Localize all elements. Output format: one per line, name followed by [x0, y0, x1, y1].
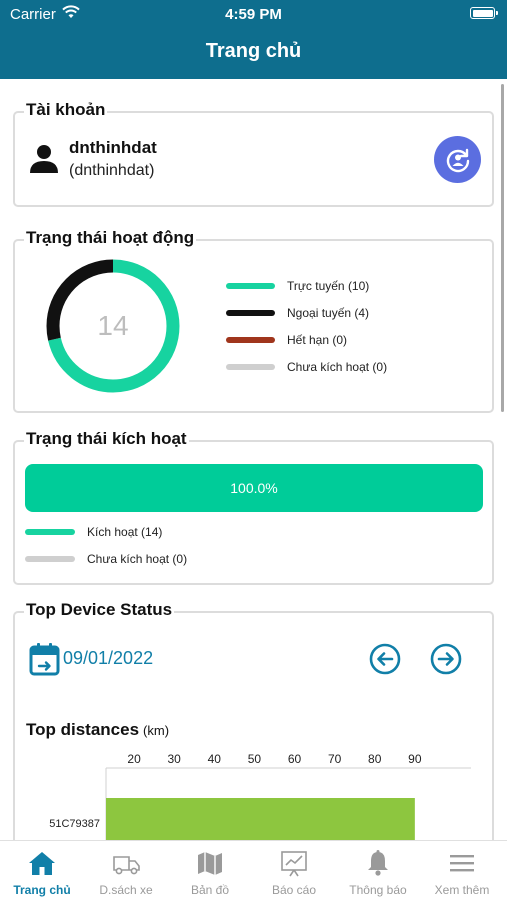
status-bar: Carrier 4:59 PM: [0, 0, 507, 28]
bell-icon: [368, 850, 388, 876]
selected-date[interactable]: 09/01/2022: [63, 648, 153, 669]
tab-more[interactable]: Xem thêm: [420, 841, 504, 900]
refresh-user-icon: [446, 148, 469, 172]
tab-notifications[interactable]: Thông báo: [336, 841, 420, 900]
activity-legend-label: Chưa kích hoạt (0): [287, 360, 388, 374]
app-header: Carrier 4:59 PM Trang chủ: [0, 0, 507, 79]
account-subname: (dnthinhdat): [69, 162, 155, 179]
distance-bar: [106, 798, 415, 840]
activity-legend-swatch: [226, 364, 275, 370]
x-tick-label: 60: [288, 752, 302, 766]
tab-home[interactable]: Trang chủ: [0, 841, 84, 900]
account-title: Tài khoản: [24, 100, 108, 120]
page-title: Trang chủ: [205, 40, 302, 62]
activation-inactive-label: Chưa kích hoạt (0): [87, 552, 188, 566]
activity-legend-swatch: [226, 310, 275, 316]
x-tick-label: 50: [248, 752, 262, 766]
switch-account-button[interactable]: [434, 136, 481, 183]
distances-unit: (km): [143, 723, 170, 738]
x-tick-label: 40: [208, 752, 222, 766]
activation-status-title: Trạng thái kích hoạt: [24, 429, 189, 449]
distances-title: Top distances (km): [26, 720, 169, 740]
tab-reports-label: Báo cáo: [271, 883, 317, 897]
truck-icon: [113, 856, 140, 875]
category-label: 51C79387: [49, 818, 100, 830]
activity-legend-online: Trực tuyến (10): [226, 276, 369, 296]
distances-title-text: Top distances: [26, 720, 140, 739]
top-distances-chart: 20 30 40 50 60 70 80 90 51C79387: [49, 752, 471, 840]
menu-icon: [450, 855, 474, 872]
activation-active-label: Kích hoạt (14): [87, 525, 163, 539]
account-username: dnthinhdat: [69, 138, 157, 157]
activity-status-title: Trạng thái hoạt động: [24, 228, 197, 248]
battery-icon: [470, 7, 498, 19]
tab-home-label: Trang chủ: [13, 883, 71, 897]
activity-legend-label: Trực tuyến (10): [287, 279, 370, 293]
tab-notifications-label: Thông báo: [349, 883, 407, 897]
bottom-tab-bar: Trang chủ D.sách xe Bản đồ Báo cáo Thông…: [0, 840, 507, 900]
user-icon: [30, 145, 58, 173]
tab-vehicle-list-label: D.sách xe: [99, 883, 153, 897]
previous-date-button[interactable]: [369, 643, 401, 675]
scrollbar[interactable]: [501, 84, 504, 412]
x-tick-label: 30: [168, 752, 182, 766]
tab-map[interactable]: Bản đồ: [168, 841, 252, 900]
activity-legend-inactive: Chưa kích hoạt (0): [226, 357, 387, 377]
activity-legend-offline: Ngoại tuyến (4): [226, 303, 369, 323]
activity-legend-label: Hết hạn (0): [287, 333, 348, 347]
activation-active-swatch: [25, 529, 75, 535]
status-time: 4:59 PM: [225, 6, 282, 23]
tab-more-label: Xem thêm: [434, 883, 490, 897]
activation-legend-active: Kích hoạt (14): [25, 522, 162, 542]
activity-total-count: 14: [97, 310, 129, 341]
calendar-icon[interactable]: [29, 642, 60, 676]
map-icon: [198, 852, 222, 875]
activity-legend-swatch: [226, 337, 275, 343]
activation-inactive-swatch: [25, 556, 75, 562]
x-tick-label: 80: [368, 752, 382, 766]
home-icon: [29, 852, 55, 875]
next-date-button[interactable]: [430, 643, 462, 675]
activation-progress-bar: 100.0%: [25, 464, 483, 512]
account-card: [13, 111, 494, 207]
top-device-status-title: Top Device Status: [24, 600, 175, 620]
report-chart-icon: [281, 851, 307, 877]
activity-legend-swatch: [226, 283, 275, 289]
x-tick-label: 20: [127, 752, 141, 766]
activity-legend-label: Ngoại tuyến (4): [287, 306, 370, 320]
activation-legend-inactive: Chưa kích hoạt (0): [25, 549, 187, 569]
x-tick-label: 70: [328, 752, 342, 766]
tab-reports[interactable]: Báo cáo: [252, 841, 336, 900]
activity-legend-expired: Hết hạn (0): [226, 330, 347, 350]
tab-map-label: Bản đồ: [190, 883, 230, 897]
x-tick-label: 90: [408, 752, 422, 766]
tab-vehicle-list[interactable]: D.sách xe: [84, 841, 168, 900]
